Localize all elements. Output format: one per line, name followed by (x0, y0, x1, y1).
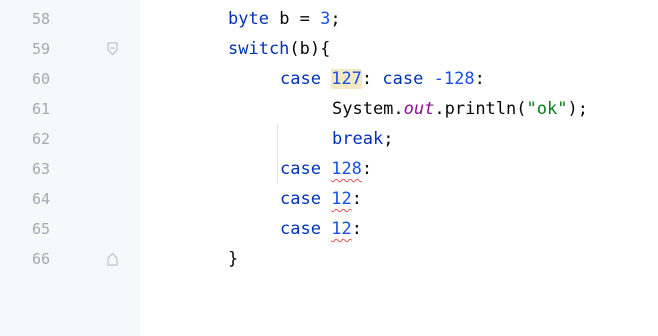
code-line-62[interactable]: 62 break; (0, 124, 658, 154)
code-text[interactable]: case 12: (280, 214, 362, 244)
code-line-64[interactable]: 64 case 12: (0, 184, 658, 214)
keyword-token: case (382, 69, 424, 89)
number-token: 3 (320, 9, 331, 29)
code-text[interactable]: System.out.println("ok"); (332, 94, 588, 124)
line-number: 65 (31, 220, 50, 238)
keyword-token: case (280, 219, 321, 239)
code-line-58[interactable]: 58 byte b = 3; (0, 4, 658, 34)
plain-token: : (351, 189, 362, 209)
line-number: 66 (31, 250, 50, 268)
closing-brace-token: } (228, 249, 239, 269)
plain-token: ); (567, 99, 588, 119)
plain-token: b = (268, 9, 321, 29)
code-line-65[interactable]: 65 case 12: (0, 214, 658, 244)
code-text[interactable]: case 12: (280, 184, 362, 214)
plain-token: ; (383, 129, 394, 149)
plain-token: : (361, 159, 373, 179)
line-number: 59 (31, 40, 50, 58)
code-line-60[interactable]: 60 case 127: case -128: (0, 64, 658, 94)
keyword-token: case (280, 69, 321, 89)
line-number: 60 (31, 70, 50, 88)
plain-token: : (474, 69, 485, 89)
code-text[interactable]: byte b = 3; (228, 4, 341, 34)
keyword-token: case (280, 159, 321, 179)
error-number-token: 128 (331, 159, 362, 179)
fold-open-icon[interactable] (107, 42, 118, 56)
line-number: 58 (31, 10, 50, 28)
line-number: 64 (31, 190, 50, 208)
keyword-token: byte (228, 9, 269, 29)
field-token: out (403, 99, 435, 119)
code-line-59[interactable]: 59 switch(b){ (0, 34, 658, 64)
fold-close-icon[interactable] (107, 252, 118, 266)
code-line-61[interactable]: 61 System.out.println("ok"); (0, 94, 658, 124)
code-text[interactable]: } (228, 244, 238, 274)
error-number-token: 12 (331, 219, 352, 239)
line-number: 62 (31, 130, 50, 148)
plain-token: .println( (434, 99, 527, 119)
code-line-63[interactable]: 63 case 128: (0, 154, 658, 184)
code-line-66[interactable]: 66 } (0, 244, 658, 274)
plain-token: System. (332, 99, 404, 119)
line-number: 63 (31, 160, 50, 178)
code-editor[interactable]: 58 byte b = 3; 59 switch(b){ 60 case 127… (0, 0, 658, 336)
code-text[interactable]: break; (332, 124, 393, 154)
string-token: "ok" (526, 99, 568, 119)
plain-token: (b){ (289, 39, 331, 59)
keyword-token: break (332, 129, 384, 149)
plain-token: : (351, 219, 362, 239)
line-number: 61 (31, 100, 50, 118)
highlighted-number-token: 127 (331, 69, 362, 89)
plain-token: ; (330, 9, 341, 29)
code-text[interactable]: case 128: (280, 154, 372, 184)
error-number-token: 12 (331, 189, 352, 209)
keyword-token: switch (228, 39, 290, 59)
number-token: -128 (433, 69, 475, 89)
code-text[interactable]: case 127: case -128: (280, 64, 485, 94)
code-text[interactable]: switch(b){ (228, 34, 330, 64)
keyword-token: case (280, 189, 321, 209)
plain-token: : (361, 69, 383, 89)
